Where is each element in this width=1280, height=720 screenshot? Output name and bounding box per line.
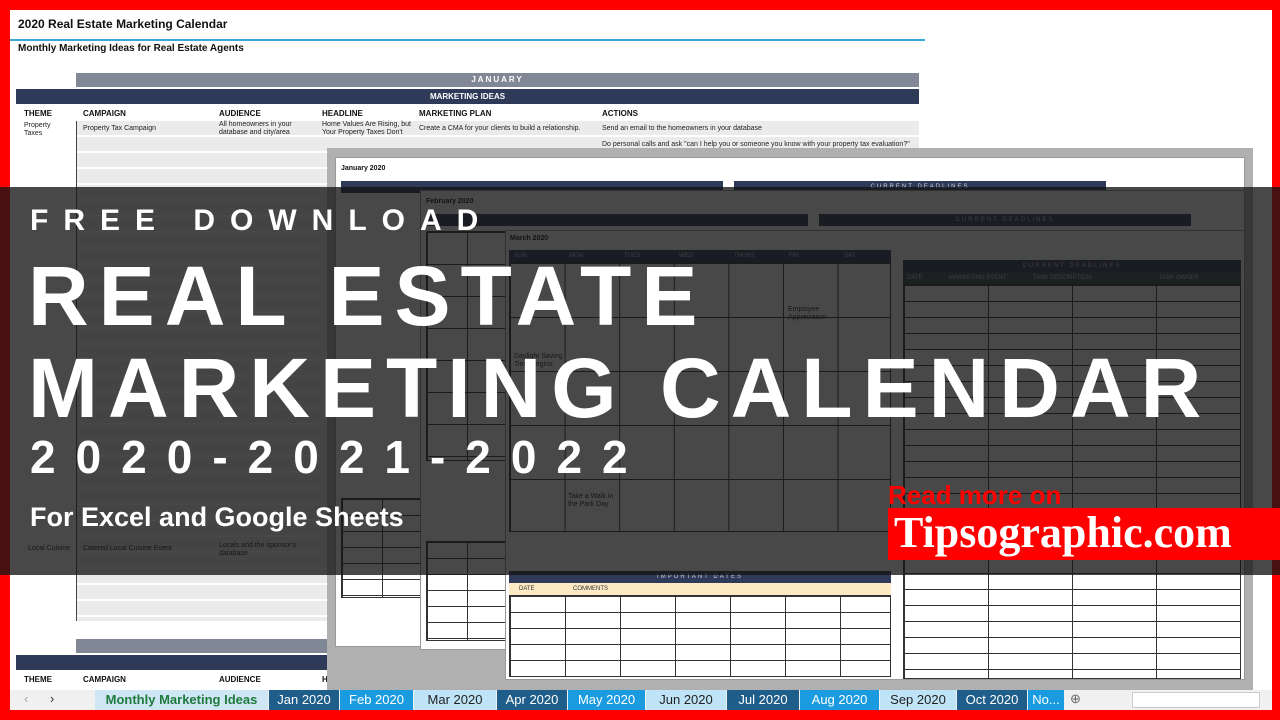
deadlines-header: CURRENT DEADLINES [903,260,1241,272]
tab-mar-2020[interactable]: Mar 2020 [414,690,496,710]
day-label: SUN [514,253,527,259]
sheet-title: 2020 Real Estate Marketing Calendar [18,17,228,31]
deadlines-header: CURRENT DEADLINES [819,214,1191,226]
cell[interactable]: Local Cuisine [28,545,70,553]
day-label: MON [569,253,583,259]
tab-jun-2020[interactable]: Jun 2020 [646,690,726,710]
important-columns: DATE COMMENTS [509,583,891,595]
day-label: FRI [789,253,799,259]
sheet-tabs-bar: ‹ › Monthly Marketing Ideas Jan 2020 Feb… [10,690,1272,710]
sheet-subtitle: Monthly Marketing Ideas for Real Estate … [18,43,244,54]
site-link[interactable]: Tipsographic.com [888,508,1280,560]
calendar-title: January 2020 [341,165,386,172]
col-audience: AUDIENCE [219,109,261,118]
deadline-grid [903,284,1241,679]
calendar-title: March 2020 [510,235,549,242]
tab-feb-2020[interactable]: Feb 2020 [340,690,413,710]
tab-apr-2020[interactable]: Apr 2020 [497,690,567,710]
divider [10,39,925,41]
col-campaign: CAMPAIGN [83,109,126,118]
col: MARKETING EVENT [949,275,1007,281]
tab-monthly-marketing-ideas[interactable]: Monthly Marketing Ideas [95,690,268,710]
calendar-title: February 2020 [426,198,474,205]
important-dates-header: IMPORTANT DATES [509,571,891,583]
tab-aug-2020[interactable]: Aug 2020 [800,690,879,710]
col-campaign: CAMPAIGN [83,675,126,684]
tab-oct-2020[interactable]: Oct 2020 [957,690,1027,710]
col: TASK OWNER [1159,275,1199,281]
day-label: TUES [624,253,641,259]
col-theme: THEME [24,675,52,684]
col: DATE [907,275,923,281]
grid [426,231,506,461]
col-theme: THEME [24,109,52,118]
column-headers: THEME CAMPAIGN AUDIENCE HEADLINE MARKETI… [16,107,919,121]
day-label: SAT [844,253,856,259]
grid [426,541,506,641]
event[interactable]: Daylight Saving Time Begins [514,353,564,369]
important-grid [509,595,891,677]
cell[interactable]: All homeowners in your database and city… [219,121,319,137]
horizontal-scrollbar[interactable] [1132,692,1260,708]
scroll-left-icon[interactable]: ‹ [24,691,28,706]
day-header: SUN MON TUES WED THURS FRI SAT [509,250,891,262]
march-calendar: March 2020 SUN MON TUES WED THURS FRI SA… [505,230,1245,680]
event[interactable]: Employee Appreciation [788,306,838,322]
scroll-right-icon[interactable]: › [50,691,54,706]
add-sheet-icon[interactable]: ⊕ [1070,691,1081,707]
deadline-columns: DATE MARKETING EVENT TASK DESCRIPTION TA… [903,272,1241,284]
event[interactable]: Take a Walk in the Park Day [568,493,618,509]
tab-jul-2020[interactable]: Jul 2020 [727,690,799,710]
tab-may-2020[interactable]: May 2020 [568,690,645,710]
section-header: MARKETING IDEAS [16,89,919,104]
cell[interactable]: Property Tax Campaign [83,125,156,133]
tab-sep-2020[interactable]: Sep 2020 [880,690,956,710]
cell[interactable]: Send an email to the homeowners in your … [602,125,762,133]
day-header [426,214,808,226]
day-label: WED [679,253,693,259]
col: DATE [519,586,535,592]
day-label: THURS [734,253,755,259]
col-headline: HEADLINE [322,109,363,118]
tab-jan-2020[interactable]: Jan 2020 [269,690,339,710]
tab-more[interactable]: No... [1028,690,1064,710]
col-audience: AUDIENCE [219,675,261,684]
col-plan: MARKETING PLAN [419,109,492,118]
col: TASK DESCRIPTION [1033,275,1091,281]
col-actions: ACTIONS [602,109,638,118]
cell[interactable]: Property Taxes [24,122,64,138]
month-header: JANUARY [76,73,919,87]
cell[interactable]: Home Values Are Rising, but Your Propert… [322,121,418,137]
month-grid [509,262,891,532]
cell[interactable]: Catered Local Cuisine Event [83,545,172,553]
grid [341,498,421,598]
cell[interactable]: Locals and the sponsor's database [219,542,309,558]
col: COMMENTS [573,586,608,592]
cell[interactable]: Create a CMA for your clients to build a… [419,125,580,133]
spreadsheet: 2020 Real Estate Marketing Calendar Mont… [10,10,1272,690]
